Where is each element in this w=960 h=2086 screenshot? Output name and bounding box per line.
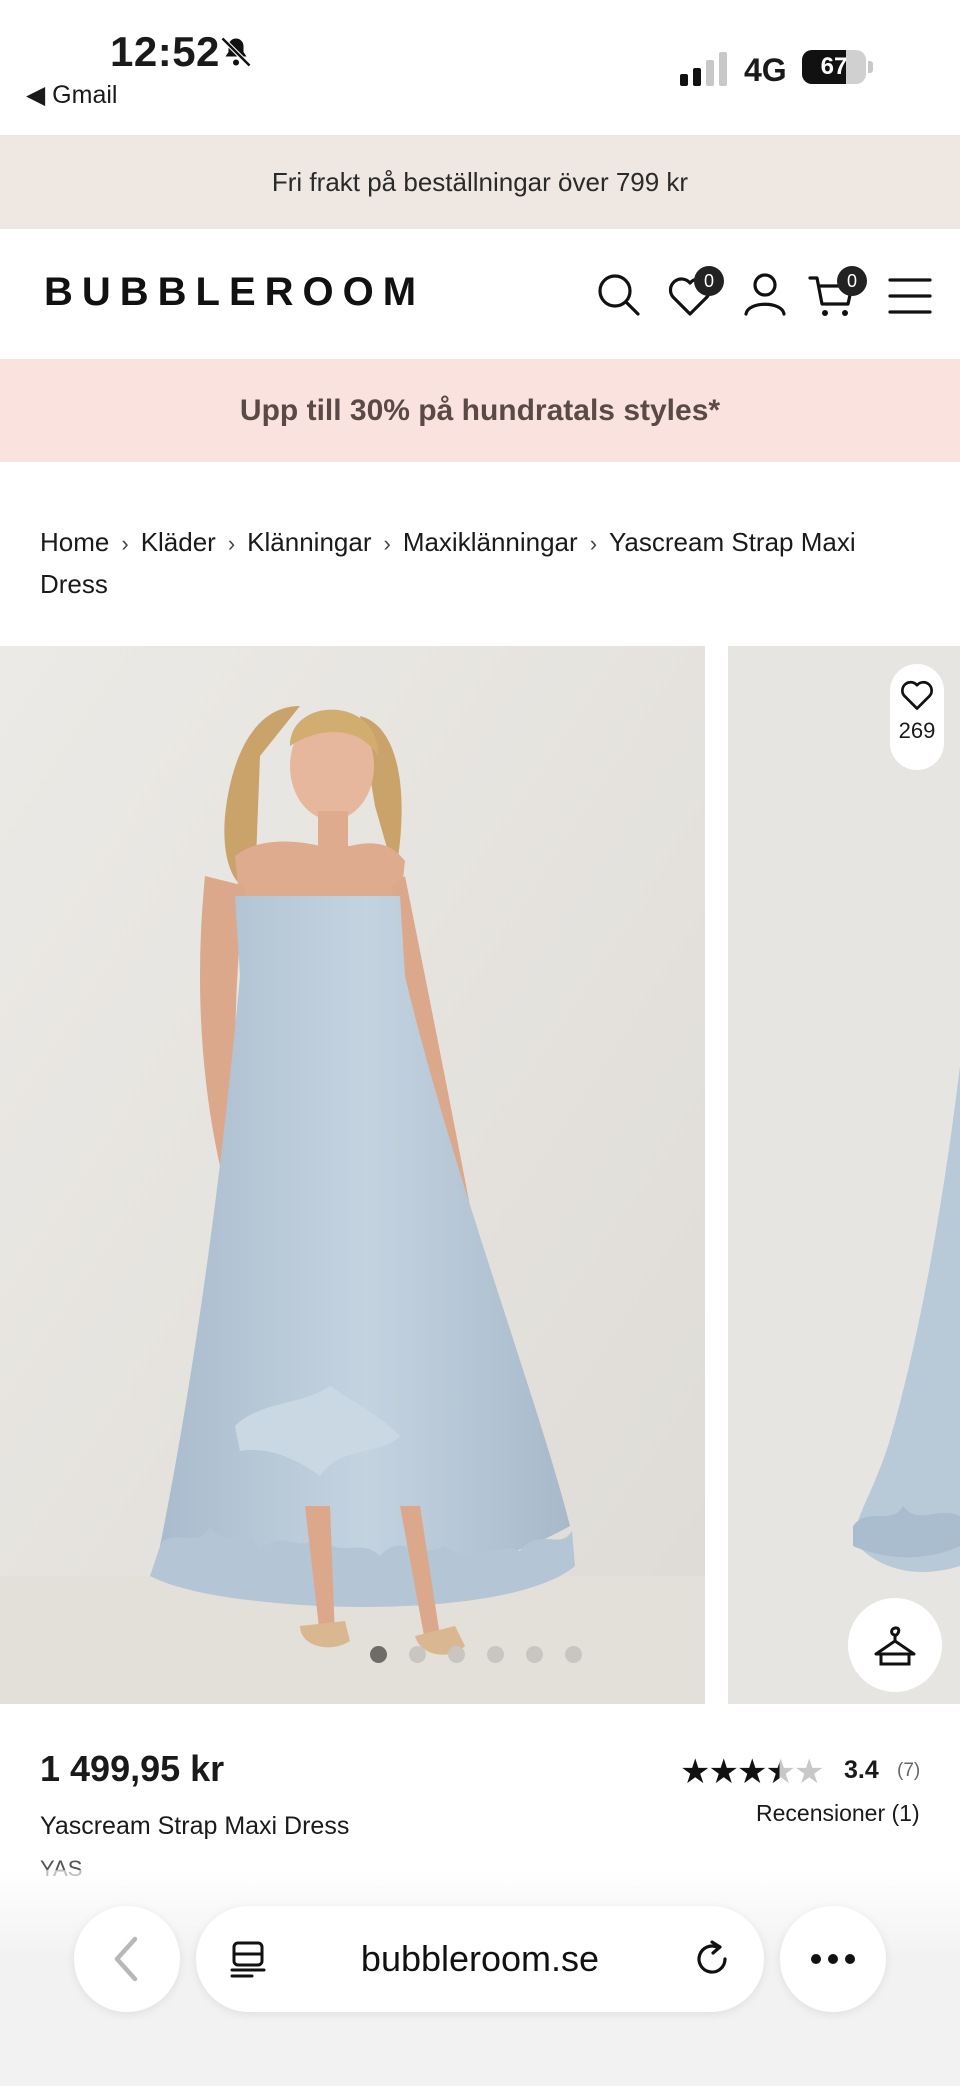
shipping-banner[interactable]: Fri frakt på beställningar över 799 kr bbox=[0, 135, 960, 229]
back-to-gmail-link[interactable]: ◀ Gmail bbox=[26, 80, 117, 110]
gallery-pagination bbox=[370, 1646, 582, 1663]
reviews-link[interactable]: Recensioner (1) bbox=[756, 1800, 920, 1827]
breadcrumb-home[interactable]: Home bbox=[40, 527, 109, 557]
more-icon bbox=[811, 1954, 855, 1964]
gallery-dot[interactable] bbox=[370, 1646, 387, 1663]
breadcrumb-klanningar[interactable]: Klänningar bbox=[247, 527, 371, 557]
gallery-dot[interactable] bbox=[409, 1646, 426, 1663]
product-image-2[interactable] bbox=[728, 646, 960, 1704]
url-text: bubbleroom.se bbox=[360, 1938, 600, 1979]
breadcrumb-separator: › bbox=[383, 531, 391, 556]
heart-icon bbox=[901, 680, 933, 710]
product-name: Yascream Strap Maxi Dress bbox=[40, 1812, 350, 1840]
product-image-1[interactable] bbox=[0, 646, 705, 1704]
product-price: 1 499,95 kr bbox=[40, 1748, 225, 1789]
breadcrumb-separator: › bbox=[589, 531, 598, 556]
battery-level: 67 bbox=[820, 53, 848, 80]
sale-banner[interactable]: Upp till 30% på hundratals styles* bbox=[0, 359, 960, 462]
rating-value: 3.4 bbox=[844, 1756, 879, 1784]
gallery-dot[interactable] bbox=[526, 1646, 543, 1663]
breadcrumb-separator: › bbox=[227, 531, 236, 556]
hanger-icon bbox=[874, 1626, 916, 1666]
user-icon[interactable] bbox=[741, 270, 789, 318]
favorite-button[interactable]: 269 bbox=[890, 664, 944, 770]
rating-stars: ★★★ ★ ★ bbox=[680, 1753, 824, 1791]
favorite-count: 269 bbox=[898, 718, 936, 743]
gallery-dot[interactable] bbox=[487, 1646, 504, 1663]
search-icon[interactable] bbox=[594, 270, 642, 318]
site-logo[interactable]: BUBBLEROOM bbox=[44, 270, 425, 315]
status-bar: 12:52 ◀ Gmail 4G 67 bbox=[0, 0, 960, 135]
wishlist-badge: 0 bbox=[694, 266, 724, 296]
gallery-dot[interactable] bbox=[448, 1646, 465, 1663]
bell-slash-icon bbox=[220, 36, 252, 68]
breadcrumb-separator: › bbox=[121, 531, 129, 556]
battery-icon: 67 bbox=[802, 50, 873, 86]
browser-more-button[interactable] bbox=[780, 1906, 886, 2012]
breadcrumb-maxiklanningar[interactable]: Maxiklänningar bbox=[403, 527, 578, 557]
signal-icon bbox=[680, 52, 727, 86]
cart-badge: 0 bbox=[837, 266, 867, 296]
model-photo bbox=[0, 646, 705, 1704]
rating-count: (7) bbox=[897, 1760, 921, 1781]
network-type: 4G bbox=[744, 52, 787, 88]
breadcrumb-klader[interactable]: Kläder bbox=[141, 527, 216, 557]
status-time: 12:52 bbox=[110, 28, 220, 75]
gallery-dot[interactable] bbox=[565, 1646, 582, 1663]
model-photo-secondary bbox=[728, 646, 960, 1704]
product-gallery[interactable]: 269 bbox=[0, 646, 960, 1704]
style-with-button[interactable] bbox=[848, 1598, 942, 1692]
address-bar[interactable]: bubbleroom.se bbox=[196, 1906, 764, 2012]
breadcrumb: Home › Kläder › Klänningar › Maxiklänningar › Ya… bbox=[40, 522, 920, 604]
browser-back-button[interactable] bbox=[74, 1906, 180, 2012]
chevron-left-icon bbox=[114, 1936, 138, 1982]
menu-icon[interactable] bbox=[886, 272, 934, 320]
reload-icon[interactable] bbox=[692, 1939, 732, 1979]
